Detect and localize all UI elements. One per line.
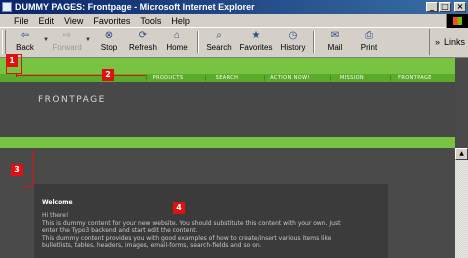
site-header	[0, 82, 455, 137]
site-top-band	[0, 58, 455, 74]
nav-frontpage[interactable]: FRONTPAGE	[390, 74, 440, 82]
site-divider-band	[0, 137, 455, 148]
home-button[interactable]: ⌂ Home	[160, 29, 194, 53]
content-body: Hi there! This is dummy content for your…	[42, 212, 386, 250]
nav-products[interactable]: PRODUCTS	[146, 74, 190, 82]
ie-page-icon	[2, 2, 12, 12]
maximize-button[interactable]: □	[439, 2, 451, 12]
search-button[interactable]: ⌕ Search	[202, 29, 236, 53]
body-line: Hi there!	[42, 212, 69, 219]
forward-dropdown-icon[interactable]: ▼	[84, 29, 92, 43]
annotation-tick-2	[16, 73, 17, 77]
back-arrow-icon: ⇦	[20, 30, 30, 41]
forward-button[interactable]: ⇨ Forward	[50, 29, 84, 53]
stop-label: Stop	[100, 43, 118, 52]
annotation-badge-2: 2	[102, 69, 114, 81]
menu-edit[interactable]: Edit	[34, 16, 60, 26]
links-label: Links	[443, 37, 465, 47]
back-button[interactable]: ⇦ Back	[8, 29, 42, 53]
favorites-button[interactable]: ★ Favorites	[236, 29, 276, 53]
window-controls: _ □ ×	[426, 2, 466, 12]
history-label: History	[280, 43, 306, 52]
vertical-scrollbar[interactable]: ▲	[455, 148, 468, 258]
menu-bar: File Edit View Favorites Tools Help	[0, 14, 468, 28]
forward-arrow-icon: ⇨	[62, 30, 72, 41]
window-title-bar: DUMMY PAGES: Frontpage - Microsoft Inter…	[0, 0, 468, 14]
history-icon: ◷	[288, 30, 298, 41]
annotation-badge-3: 3	[11, 164, 23, 176]
menu-favorites[interactable]: Favorites	[88, 16, 135, 26]
windows-logo-icon	[446, 14, 468, 28]
mail-button[interactable]: ✉ Mail	[318, 29, 352, 53]
content-heading: Welcome	[42, 199, 73, 206]
toolbar-grip[interactable]	[2, 30, 6, 54]
menu-file[interactable]: File	[0, 16, 34, 26]
mail-icon: ✉	[330, 30, 340, 41]
nav-action-now[interactable]: ACTION NOW!	[264, 74, 316, 82]
annotation-badge-4: 4	[173, 202, 185, 214]
print-label: Print	[360, 43, 378, 52]
stop-button[interactable]: ⊗ Stop	[92, 29, 126, 53]
print-button[interactable]: ⎙ Print	[352, 29, 386, 53]
refresh-button[interactable]: ⟳ Refresh	[126, 29, 160, 53]
favorites-icon: ★	[251, 30, 261, 41]
body-line: bulletlists, tables, headers, images, em…	[42, 242, 262, 249]
links-toolbar[interactable]: » Links	[428, 29, 468, 55]
menu-help[interactable]: Help	[166, 16, 195, 26]
favorites-label: Favorites	[239, 43, 273, 52]
toolbar-separator	[197, 31, 199, 53]
body-line: This is dummy content for your new websi…	[42, 219, 341, 227]
search-icon: ⌕	[216, 30, 222, 41]
annotation-badge-1: 1	[6, 55, 18, 67]
content-area: Welcome Hi there! This is dummy content …	[34, 184, 388, 258]
body-line: enter the Typo3 backend and start edit t…	[42, 227, 198, 234]
annotation-line-3	[32, 150, 33, 186]
back-dropdown-icon[interactable]: ▼	[42, 29, 50, 43]
annotation-line-2	[16, 75, 146, 76]
menu-tools[interactable]: Tools	[135, 16, 166, 26]
nav-search[interactable]: SEARCH	[205, 74, 249, 82]
stop-icon: ⊗	[104, 30, 114, 41]
printer-icon: ⎙	[365, 30, 373, 41]
home-label: Home	[166, 43, 188, 52]
toolbar-separator	[313, 31, 315, 53]
home-icon: ⌂	[173, 30, 181, 41]
scroll-up-arrow-icon[interactable]: ▲	[455, 148, 468, 160]
site-header-title: FRONTPAGE	[38, 95, 106, 105]
nav-mission[interactable]: MISSION	[330, 74, 374, 82]
history-button[interactable]: ◷ History	[276, 29, 310, 53]
menu-view[interactable]: View	[59, 16, 88, 26]
mail-label: Mail	[327, 43, 343, 52]
forward-label: Forward	[52, 43, 82, 52]
back-label: Back	[16, 43, 34, 52]
scrollbar-track[interactable]	[455, 160, 468, 258]
search-label: Search	[206, 43, 232, 52]
close-button[interactable]: ×	[454, 2, 466, 12]
window-title: DUMMY PAGES: Frontpage - Microsoft Inter…	[15, 2, 255, 12]
refresh-label: Refresh	[128, 43, 157, 52]
standard-toolbar: ⇦ Back ▼ ⇨ Forward ▼ ⊗ Stop ⟳ Refresh ⌂ …	[0, 29, 468, 55]
chevron-right-icon: »	[434, 37, 440, 47]
browser-viewport: PRODUCTS SEARCH ACTION NOW! MISSION FRON…	[0, 57, 468, 258]
annotation-tick-3	[22, 186, 33, 187]
refresh-icon: ⟳	[138, 30, 148, 41]
body-line: This dummy content provides you with goo…	[42, 234, 332, 242]
minimize-button[interactable]: _	[426, 2, 438, 12]
